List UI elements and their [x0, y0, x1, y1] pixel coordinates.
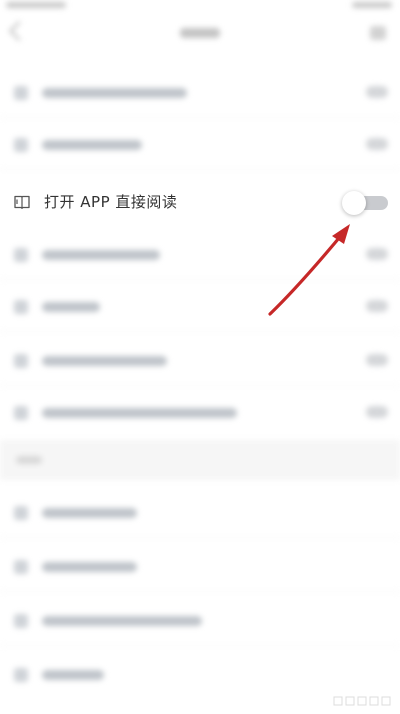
status-bar-left — [6, 2, 66, 8]
settings-row-blurred-3[interactable] — [0, 228, 400, 280]
settings-row-blurred-8[interactable] — [0, 540, 400, 592]
toggle-knob — [342, 191, 366, 215]
row-icon — [14, 86, 28, 100]
row-text-blurred — [42, 140, 142, 150]
nav-bar — [0, 14, 400, 60]
row-icon — [14, 406, 28, 420]
row-icon — [14, 506, 28, 520]
settings-screen: 打开 APP 直接阅读 — [0, 0, 400, 714]
settings-row-blurred-6[interactable] — [0, 386, 400, 438]
nav-action-icon[interactable] — [370, 26, 386, 40]
row-text-blurred — [42, 408, 237, 418]
row-text-blurred — [42, 616, 202, 626]
watermark-logo — [333, 696, 391, 706]
row-icon — [14, 138, 28, 152]
row-text-blurred — [42, 670, 104, 680]
blurred-background — [0, 0, 400, 714]
row-icon — [14, 300, 28, 314]
row-icon — [14, 354, 28, 368]
settings-row-blurred-7[interactable] — [0, 486, 400, 538]
row-toggle-blurred[interactable] — [366, 138, 388, 150]
row-toggle-blurred[interactable] — [366, 406, 388, 418]
status-bar — [0, 0, 400, 14]
row-icon — [14, 668, 28, 682]
settings-row-blurred-1[interactable] — [0, 66, 400, 118]
row-toggle-blurred[interactable] — [366, 300, 388, 312]
settings-row-blurred-10[interactable] — [0, 648, 400, 700]
settings-row-blurred-2[interactable] — [0, 118, 400, 170]
open-app-read-toggle[interactable] — [340, 191, 390, 215]
settings-row-blurred-5[interactable] — [0, 334, 400, 386]
open-app-read-label: 打开 APP 直接阅读 — [44, 193, 178, 211]
row-text-blurred — [42, 356, 167, 366]
book-icon — [14, 195, 30, 209]
settings-row-blurred-4[interactable] — [0, 280, 400, 332]
status-bar-right — [352, 2, 392, 8]
section-label-blurred — [16, 456, 42, 464]
settings-row-blurred-9[interactable] — [0, 594, 400, 646]
open-app-read-row[interactable]: 打开 APP 直接阅读 — [0, 174, 400, 228]
row-icon — [14, 560, 28, 574]
row-text-blurred — [42, 302, 100, 312]
row-text-blurred — [42, 88, 187, 98]
row-icon — [14, 614, 28, 628]
row-text-blurred — [42, 250, 160, 260]
row-toggle-blurred[interactable] — [366, 248, 388, 260]
row-icon — [14, 248, 28, 262]
row-toggle-blurred[interactable] — [366, 354, 388, 366]
section-divider — [0, 440, 400, 480]
row-toggle-blurred[interactable] — [366, 86, 388, 98]
row-text-blurred — [42, 562, 137, 572]
nav-title-blurred — [180, 28, 220, 38]
back-icon[interactable] — [9, 21, 29, 41]
row-text-blurred — [42, 508, 137, 518]
